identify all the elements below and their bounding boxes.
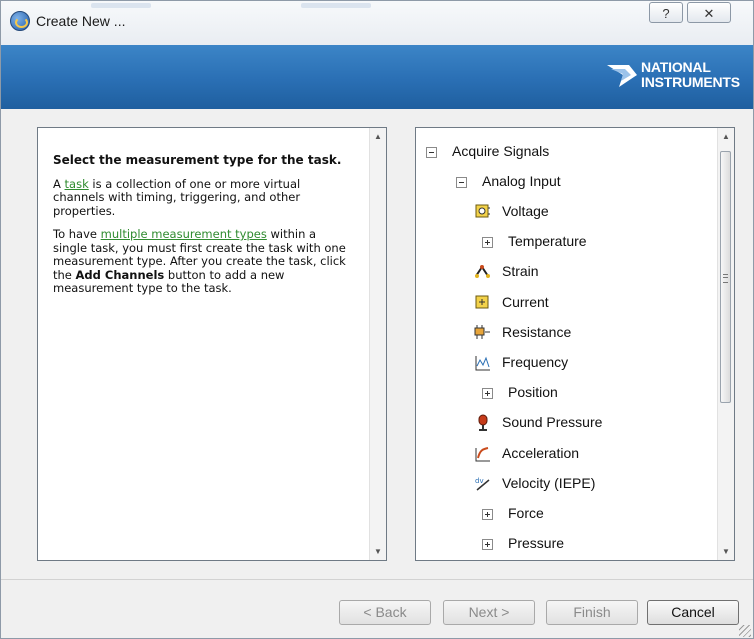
tree-node-frequency[interactable]: Frequency — [474, 351, 568, 373]
expand-icon[interactable] — [482, 387, 493, 399]
create-new-dialog: Create New ... ? ✕ NATIONAL INSTRUMENTS … — [0, 0, 754, 639]
tree-node-label: Current — [502, 294, 549, 310]
help-button[interactable]: ? — [649, 2, 683, 23]
measurement-type-panel: Acquire Signals Analog Input Voltage Temp… — [415, 127, 735, 561]
tree-node-label: Pressure — [508, 535, 565, 551]
add-channels-text: Add Channels — [75, 267, 165, 282]
acceleration-icon — [474, 445, 492, 463]
info-text-span: is a collection of one or more virtual c… — [53, 176, 301, 218]
header-banner: NATIONAL INSTRUMENTS — [1, 45, 753, 109]
resistance-icon — [474, 324, 492, 342]
tree-node-temperature[interactable]: Temperature — [482, 230, 587, 252]
expand-icon[interactable] — [482, 236, 493, 248]
collapse-icon[interactable] — [456, 176, 467, 188]
scroll-down-arrow-icon[interactable]: ▼ — [370, 543, 386, 560]
tree-node-current[interactable]: Current — [474, 291, 549, 313]
tree-node-label: Acquire Signals — [452, 143, 550, 159]
tree-node-label: Analog Input — [482, 173, 561, 189]
tree-node-label: Frequency — [502, 354, 569, 370]
svg-text:dv: dv — [475, 477, 484, 485]
window-title: Create New ... — [36, 13, 126, 29]
info-paragraph-1: A task is a collection of one or more vi… — [53, 176, 353, 219]
title-bar[interactable]: Create New ... ? ✕ — [1, 1, 753, 45]
ni-logo: NATIONAL INSTRUMENTS — [601, 59, 751, 95]
tree-node-label: Resistance — [502, 324, 572, 340]
expand-icon[interactable] — [482, 508, 493, 520]
scroll-up-arrow-icon[interactable]: ▲ — [370, 128, 386, 145]
info-text-span: To have — [53, 227, 101, 241]
tree-scrollbar[interactable]: ▲ ▼ — [717, 128, 734, 560]
measurement-tree: Acquire Signals Analog Input Voltage Temp… — [416, 128, 716, 560]
tree-node-resistance[interactable]: Resistance — [474, 321, 571, 343]
info-paragraph-2: To have multiple measurement types withi… — [53, 227, 353, 296]
close-button[interactable]: ✕ — [687, 2, 731, 23]
ni-eagle-icon — [607, 65, 637, 87]
frequency-icon — [474, 354, 492, 372]
scroll-up-arrow-icon[interactable]: ▲ — [718, 128, 734, 145]
tree-node-acquire-signals[interactable]: Acquire Signals — [426, 140, 549, 162]
tree-node-force[interactable]: Force — [482, 502, 544, 524]
finish-button[interactable]: Finish — [546, 600, 638, 625]
tree-node-voltage[interactable]: Voltage — [474, 200, 549, 222]
tree-node-acceleration[interactable]: Acceleration — [474, 442, 579, 464]
scroll-thumb[interactable] — [720, 151, 731, 403]
collapse-icon[interactable] — [426, 146, 437, 158]
tree-node-strain[interactable]: Strain — [474, 260, 539, 282]
back-button[interactable]: < Back — [339, 600, 431, 625]
multiple-measurement-types-link[interactable]: multiple measurement types — [101, 227, 267, 241]
info-panel: Select the measurement type for the task… — [37, 127, 387, 561]
info-heading: Select the measurement type for the task… — [53, 153, 342, 167]
tree-node-label: Temperature — [508, 233, 587, 249]
velocity-icon: dv — [474, 475, 492, 493]
scroll-down-arrow-icon[interactable]: ▼ — [718, 543, 734, 560]
dialog-footer: < Back Next > Finish Cancel — [1, 579, 753, 638]
app-icon — [10, 11, 30, 31]
strain-icon — [474, 263, 492, 281]
tree-node-position[interactable]: Position — [482, 381, 558, 403]
dialog-body: Select the measurement type for the task… — [7, 109, 747, 579]
tree-node-label: Velocity (IEPE) — [502, 475, 596, 491]
tree-node-label: Force — [508, 505, 544, 521]
tree-node-label: Strain — [502, 263, 539, 279]
tree-node-analog-input[interactable]: Analog Input — [456, 170, 561, 192]
voltage-icon — [474, 203, 492, 221]
resize-grip-icon[interactable] — [739, 625, 751, 637]
info-text: Select the measurement type for the task… — [53, 153, 353, 306]
tree-node-label: Acceleration — [502, 445, 580, 461]
tree-node-velocity-iepe[interactable]: dv Velocity (IEPE) — [474, 472, 595, 494]
brand-line-1: NATIONAL — [641, 59, 711, 75]
info-scrollbar[interactable]: ▲ ▼ — [369, 128, 386, 560]
tree-node-sound-pressure[interactable]: Sound Pressure — [474, 411, 602, 433]
background-window-ghost — [301, 3, 371, 8]
cancel-button[interactable]: Cancel — [647, 600, 739, 625]
ni-wordmark: NATIONAL INSTRUMENTS — [641, 60, 740, 90]
grip-icon — [723, 274, 728, 283]
background-window-ghost — [91, 3, 151, 8]
task-link[interactable]: task — [65, 177, 89, 191]
microphone-icon — [474, 414, 492, 432]
brand-line-2: INSTRUMENTS — [641, 74, 740, 90]
tree-node-label: Sound Pressure — [502, 414, 603, 430]
tree-node-label: Position — [508, 384, 558, 400]
expand-icon[interactable] — [482, 538, 493, 550]
info-text-span: A — [53, 176, 65, 191]
tree-node-label: Voltage — [502, 203, 549, 219]
next-button[interactable]: Next > — [443, 600, 535, 625]
current-icon — [474, 294, 492, 312]
tree-node-pressure[interactable]: Pressure — [482, 532, 564, 554]
